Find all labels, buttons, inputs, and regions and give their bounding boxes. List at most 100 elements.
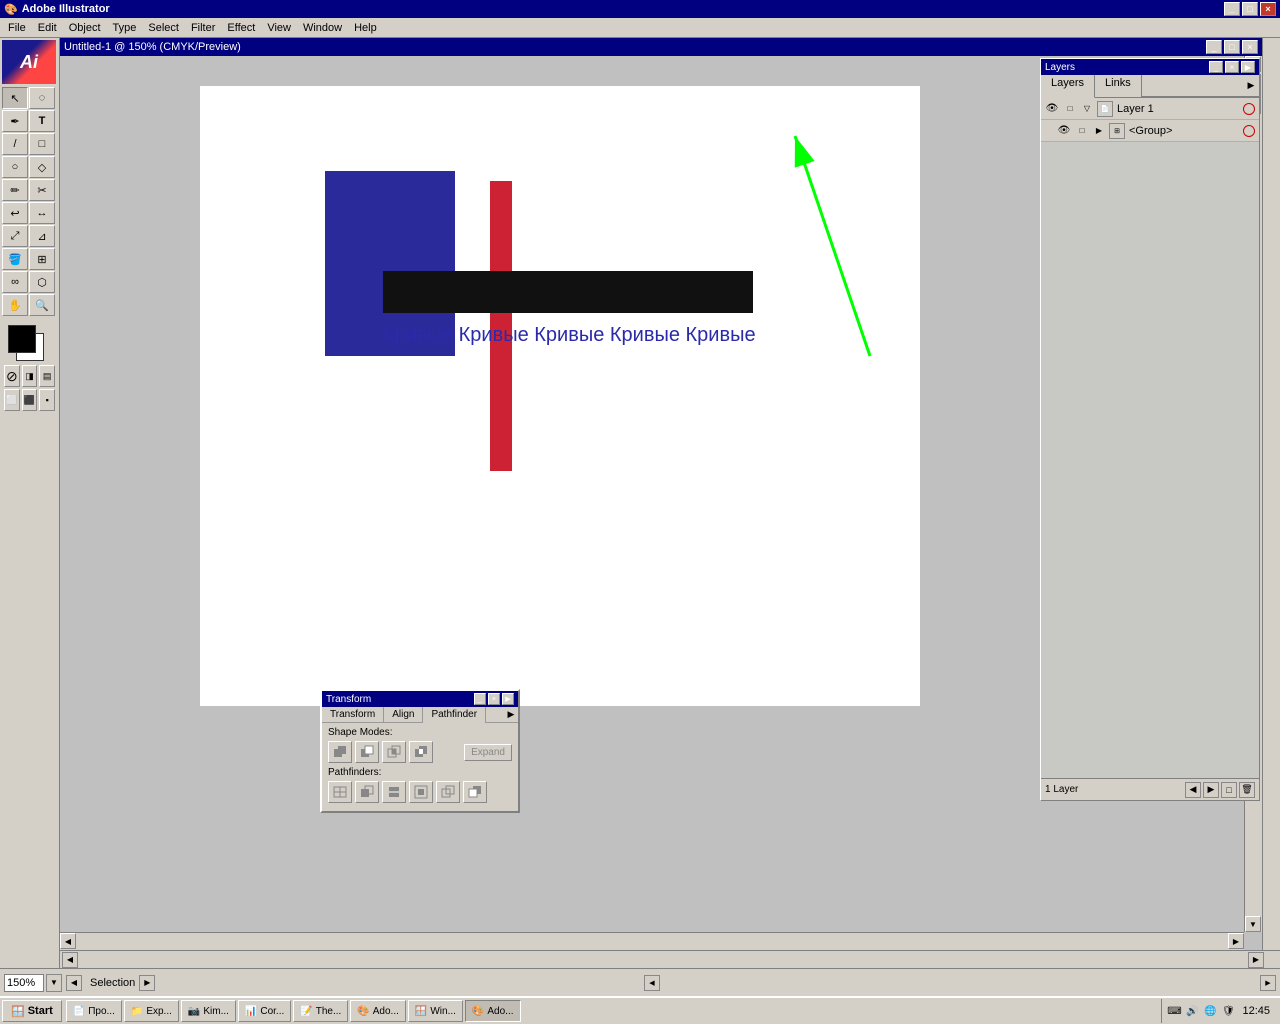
outline-btn[interactable] [436, 781, 460, 803]
status-prev-btn[interactable]: ◀ [66, 975, 82, 991]
taskbar-item-1[interactable]: 📁 Exp... [124, 1000, 179, 1022]
taskbar-item-4[interactable]: 📝 The... [293, 1000, 348, 1022]
tab-layers[interactable]: Layers [1041, 75, 1095, 98]
menu-effect[interactable]: Effect [221, 20, 261, 36]
layers-new-layer[interactable]: ◀ [1185, 782, 1201, 798]
menu-edit[interactable]: Edit [32, 20, 63, 36]
type-tool[interactable]: T [29, 110, 55, 132]
blend-tool[interactable]: ∞ [2, 271, 28, 293]
scroll-right[interactable]: ▶ [1228, 933, 1244, 949]
canvas-scroll-left[interactable]: ◀ [62, 952, 78, 968]
scissors-tool[interactable]: ✂ [29, 179, 55, 201]
layer-expand-arrow-layer1[interactable]: ▽ [1079, 101, 1095, 117]
taskbar-item-2[interactable]: 📷 Kim... [181, 1000, 236, 1022]
unite-btn[interactable] [328, 741, 352, 763]
zoom-tool[interactable]: 🔍 [29, 294, 55, 316]
minimize-button[interactable]: _ [1224, 2, 1240, 16]
zoom-input[interactable] [4, 974, 44, 992]
tray-icon-1[interactable]: 🔊 [1184, 1003, 1200, 1019]
taskbar-item-7[interactable]: 🎨 Adо... [465, 1000, 521, 1022]
none-swatch[interactable]: ⊘ [4, 365, 20, 387]
tray-icon-0[interactable]: ⌨ [1166, 1003, 1182, 1019]
minus-back-btn[interactable] [463, 781, 487, 803]
screen-mode2[interactable]: ⬛ [22, 389, 38, 411]
layer-circle-group[interactable] [1243, 125, 1255, 137]
tab-align[interactable]: Align [384, 707, 423, 723]
reflect-tool[interactable]: ↔ [29, 202, 55, 224]
canvas-scroll-right[interactable]: ▶ [1248, 952, 1264, 968]
gradient-mode[interactable]: ▤ [39, 365, 55, 387]
layers-menu[interactable]: ▶ [1241, 61, 1255, 73]
zoom-dropdown[interactable]: ▼ [46, 974, 62, 992]
tab-pathfinder[interactable]: Pathfinder [423, 707, 486, 723]
merge-btn[interactable] [382, 781, 406, 803]
doc-close[interactable]: × [1242, 40, 1258, 54]
menu-object[interactable]: Object [63, 20, 107, 36]
layer-lock-group[interactable]: □ [1074, 123, 1090, 139]
tab-transform[interactable]: Transform [322, 707, 384, 723]
expand-button[interactable]: Expand [464, 744, 512, 761]
stroke-color-front[interactable] [8, 325, 36, 353]
layer-lock-layer1[interactable]: □ [1062, 101, 1078, 117]
layers-minimize[interactable]: _ [1209, 61, 1223, 73]
mesh-tool[interactable]: ⊞ [29, 248, 55, 270]
layer-visibility-layer1[interactable]: 👁 [1044, 101, 1060, 117]
divide-btn[interactable] [328, 781, 352, 803]
layer-visibility-group[interactable]: 👁 [1056, 123, 1072, 139]
rect-tool[interactable]: □ [29, 133, 55, 155]
menu-view[interactable]: View [261, 20, 297, 36]
menu-window[interactable]: Window [297, 20, 348, 36]
layer-expand-arrow-group[interactable]: ▶ [1091, 123, 1107, 139]
taskbar-item-5[interactable]: 🎨 Adо... [350, 1000, 406, 1022]
auto-trace-tool[interactable]: ⬡ [29, 271, 55, 293]
layer-row-layer1[interactable]: 👁 □ ▽ 📄 Layer 1 [1041, 98, 1259, 120]
restore-button[interactable]: □ [1242, 2, 1258, 16]
tray-icon-3[interactable]: 🛡 [1220, 1003, 1236, 1019]
pf-panel-menu-btn[interactable]: ▶ [504, 707, 518, 723]
pencil-tool[interactable]: ✏ [2, 179, 28, 201]
layer-circle-layer1[interactable] [1243, 103, 1255, 115]
minus-front-btn[interactable] [355, 741, 379, 763]
layers-new[interactable]: □ [1221, 782, 1237, 798]
status-canvas-scroll-right[interactable]: ▶ [1260, 975, 1276, 991]
color-mode[interactable]: ◨ [22, 365, 38, 387]
layers-close[interactable]: × [1225, 61, 1239, 73]
doc-restore[interactable]: □ [1224, 40, 1240, 54]
trim-btn[interactable] [355, 781, 379, 803]
scale-tool[interactable]: ⤢ [2, 225, 28, 247]
layers-move-up[interactable]: ▶ [1203, 782, 1219, 798]
taskbar-item-3[interactable]: 📊 Cor... [238, 1000, 291, 1022]
pf-menu[interactable]: ▶ [502, 693, 514, 705]
direct-selection-tool[interactable]: ◌ [29, 87, 55, 109]
exclude-btn[interactable] [409, 741, 433, 763]
menu-help[interactable]: Help [348, 20, 383, 36]
crop-btn[interactable] [409, 781, 433, 803]
pf-minimize[interactable]: _ [474, 693, 486, 705]
screen-mode3[interactable]: ▪ [39, 389, 55, 411]
tray-icon-2[interactable]: 🌐 [1202, 1003, 1218, 1019]
layer-row-group[interactable]: 👁 □ ▶ ⊞ <Group> [1041, 120, 1259, 142]
horizontal-scrollbar[interactable]: ◀ ▶ [60, 932, 1244, 950]
pen-tool[interactable]: ✒ [2, 110, 28, 132]
status-next-btn[interactable]: ▶ [139, 975, 155, 991]
hand-tool[interactable]: ✋ [2, 294, 28, 316]
paint-bucket-tool[interactable]: 🪣 [2, 248, 28, 270]
taskbar-item-0[interactable]: 📄 Про... [66, 1000, 122, 1022]
scroll-down[interactable]: ▼ [1245, 916, 1261, 932]
layers-panel-menu-btn[interactable]: ▶ [1243, 75, 1259, 97]
tab-links[interactable]: Links [1095, 75, 1142, 97]
rotate-tool[interactable]: ↩ [2, 202, 28, 224]
scroll-left[interactable]: ◀ [60, 933, 76, 949]
start-button[interactable]: 🪟 Start [2, 1000, 62, 1022]
screen-mode[interactable]: ⬜ [4, 389, 20, 411]
intersect-btn[interactable] [382, 741, 406, 763]
line-tool[interactable]: / [2, 133, 28, 155]
app-win-controls[interactable]: _ □ × [1224, 2, 1276, 16]
shear-tool[interactable]: ⊿ [29, 225, 55, 247]
layers-delete[interactable]: 🗑 [1239, 782, 1255, 798]
ellipse-tool[interactable]: ○ [2, 156, 28, 178]
doc-minimize[interactable]: _ [1206, 40, 1222, 54]
selection-tool[interactable]: ↖ [2, 87, 28, 109]
polygon-tool[interactable]: ◇ [29, 156, 55, 178]
menu-file[interactable]: File [2, 20, 32, 36]
